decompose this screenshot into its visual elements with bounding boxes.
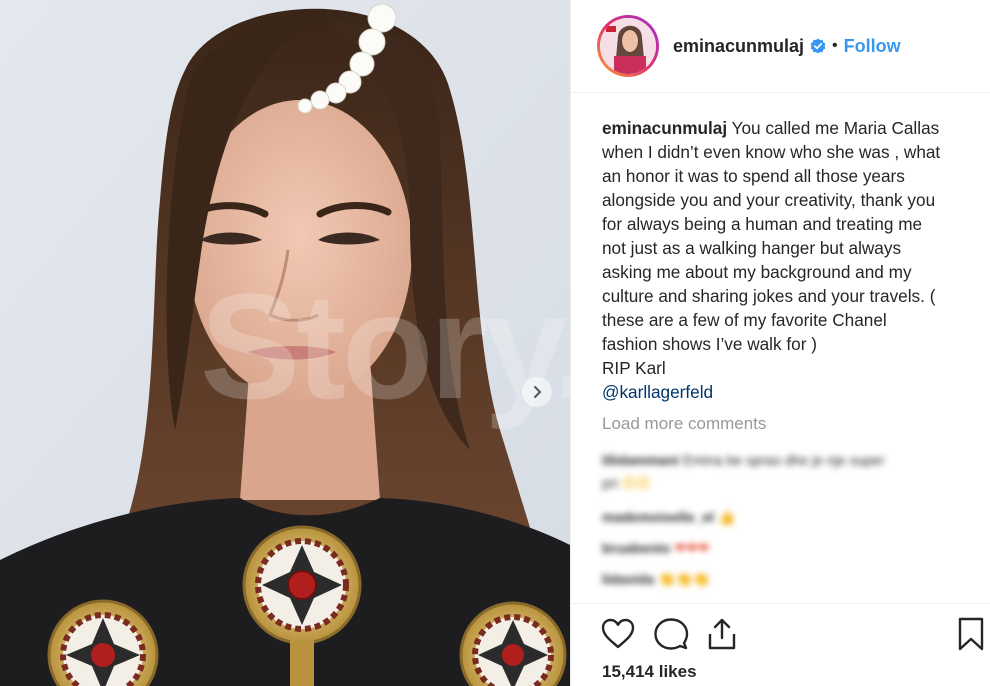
comment-item: mademoiselle_el 👍: [602, 509, 972, 526]
comment-username[interactable]: mademoiselle_el: [602, 509, 714, 525]
follow-button[interactable]: Follow: [844, 36, 901, 57]
caption-line: fashion shows I’ve walk for ): [602, 334, 817, 354]
bookmark-icon[interactable]: [953, 616, 989, 652]
caption-line: not just as a walking hanger but always: [602, 238, 902, 258]
comment-emoji: 👏👏👏: [658, 571, 711, 587]
comment-item: bruabento ❤❤❤: [602, 540, 972, 557]
share-icon[interactable]: [704, 616, 740, 652]
comment-emoji: 👍: [717, 509, 736, 525]
model-photo-illustration: [0, 0, 570, 686]
caption-line: an honor it was to spend all those years: [602, 166, 905, 186]
avatar[interactable]: [597, 15, 659, 77]
heart-icon[interactable]: [600, 616, 636, 652]
caption-line: RIP Karl: [602, 358, 666, 378]
caption-line: culture and sharing jokes and your trave…: [602, 286, 936, 306]
chevron-right-icon: [534, 386, 542, 398]
post-side-panel: eminacunmulaj • Follow eminacunmulaj You…: [570, 0, 990, 686]
next-photo-button[interactable]: [522, 377, 552, 407]
avatar-image: [600, 18, 656, 74]
post-header: eminacunmulaj • Follow: [571, 0, 990, 93]
caption-username[interactable]: eminacunmulaj: [602, 118, 727, 138]
load-more-comments-button[interactable]: Load more comments: [602, 414, 766, 434]
comment-icon[interactable]: [653, 616, 689, 652]
post-photo[interactable]: Story.al: [0, 0, 570, 686]
caption-line: when I didn’t even know who she was , wh…: [602, 142, 941, 162]
comment-emoji: 😊😊: [621, 475, 651, 491]
comment-username[interactable]: lidavida: [602, 571, 654, 587]
comment-username[interactable]: lilidammani: [602, 452, 679, 468]
caption-mention-link[interactable]: @karllagerfeld: [602, 380, 980, 404]
caption-line: You called me Maria Callas: [731, 118, 940, 138]
post-actions-bar: 15,414 likes: [571, 603, 990, 686]
comment-text: Emina be sprao dhe je nje super: [682, 452, 885, 468]
caption-line: asking me about my background and my: [602, 262, 912, 282]
separator-dot: •: [832, 37, 838, 54]
comment-item: lidavida 👏👏👏: [602, 571, 972, 588]
post-caption: eminacunmulaj You called me Maria Callas…: [602, 116, 980, 404]
caption-line: these are a few of my favorite Chanel: [602, 310, 887, 330]
comment-username[interactable]: bruabento: [602, 540, 670, 556]
caption-first-line: eminacunmulaj You called me Maria Callas: [602, 116, 980, 140]
caption-line: for always being a human and treating me: [602, 214, 923, 234]
comment-emoji: ❤❤❤: [674, 540, 710, 556]
likes-count[interactable]: 15,414 likes: [602, 662, 697, 682]
verified-badge-icon: [810, 38, 826, 54]
post-username[interactable]: eminacunmulaj: [673, 36, 804, 57]
comment-item: lilidammani Emina be sprao dhe je nje su…: [602, 452, 972, 468]
comment-text: pri: [602, 475, 618, 491]
comment-item-continued: pri 😊😊: [602, 475, 972, 492]
caption-line: alongside you and your creativity, thank…: [602, 190, 936, 210]
